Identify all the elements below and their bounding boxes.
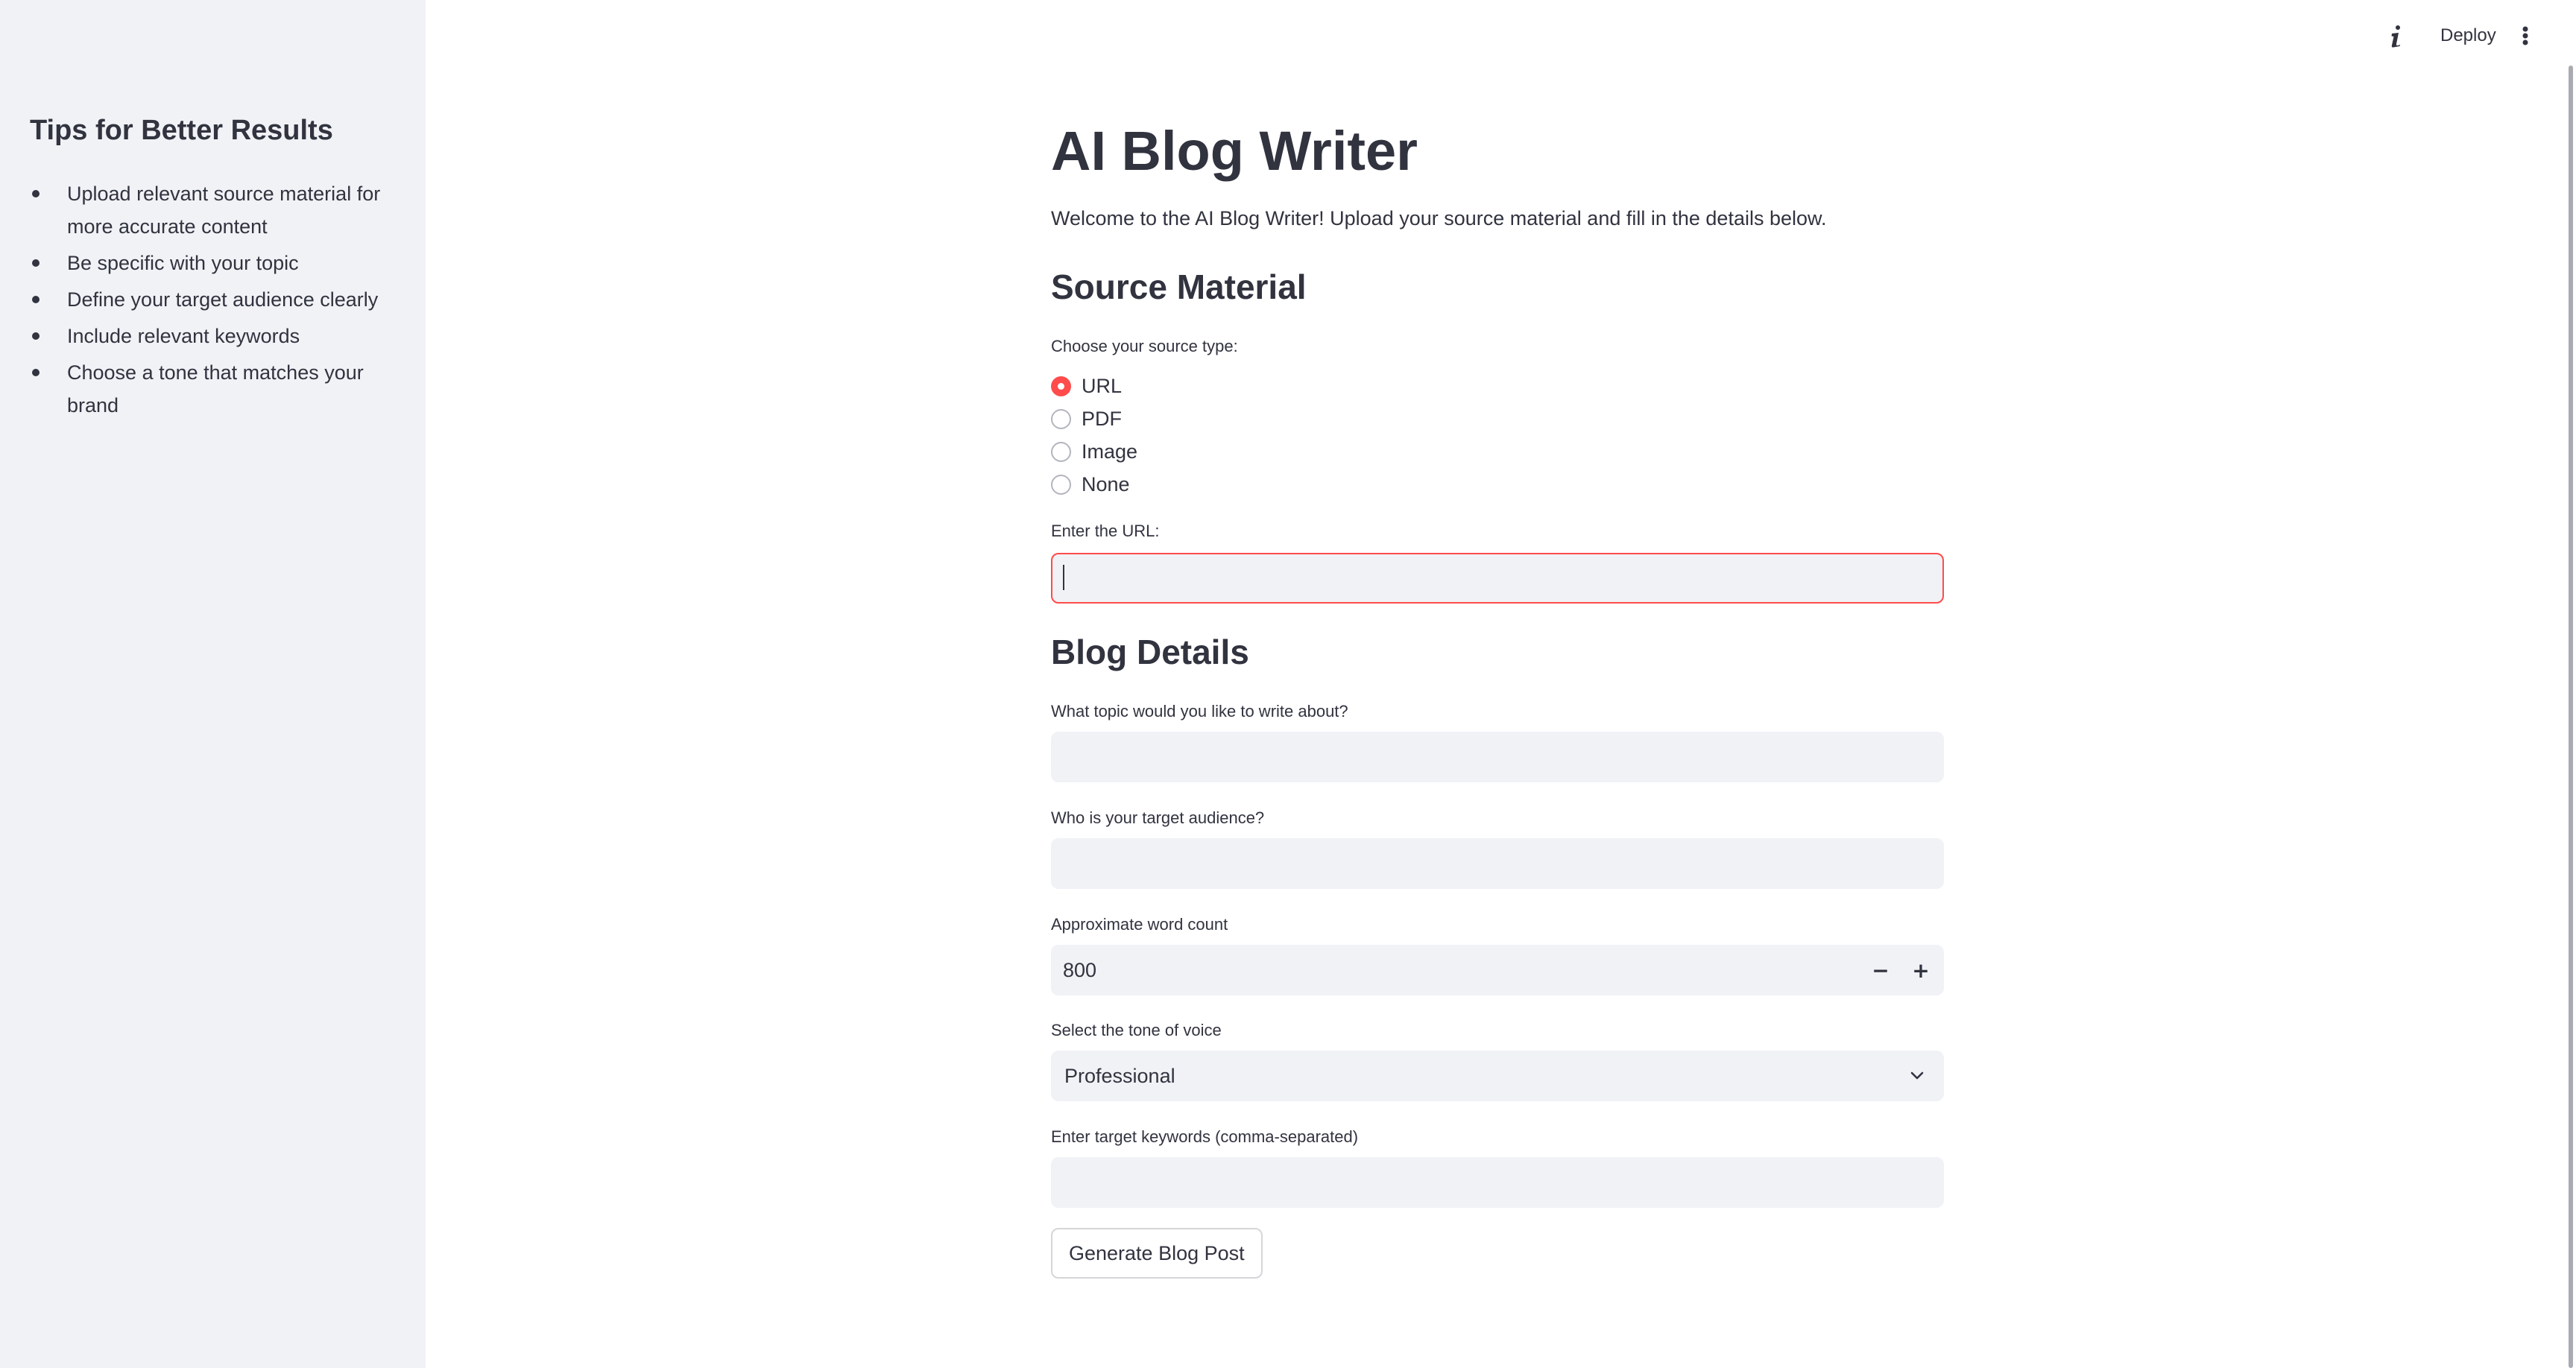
decrement-button[interactable]: − [1862,949,1899,991]
chevron-down-icon [1910,1071,1924,1080]
tip-item: Be specific with your topic [30,247,388,279]
radio-option-image[interactable]: Image [1051,435,1137,468]
increment-button[interactable]: + [1902,949,1939,991]
tips-list: Upload relevant source material for more… [30,177,388,425]
tip-item: Define your target audience clearly [30,283,388,316]
radio-label: Image [1082,440,1138,463]
tone-select[interactable]: Professional [1051,1051,1944,1101]
radio-option-pdf[interactable]: PDF [1051,402,1137,435]
tone-label: Select the tone of voice [1051,1021,1222,1039]
source-type-label: Choose your source type: [1051,337,1238,355]
tone-selected-value: Professional [1064,1065,1175,1087]
radio-label: None [1082,472,1130,495]
app-root: Tips for Better Results Upload relevant … [0,0,2576,1368]
radio-button[interactable] [1051,441,1071,462]
info-icon[interactable] [2385,24,2408,49]
radio-option-url[interactable]: URL [1051,370,1137,402]
radio-button[interactable] [1051,408,1071,429]
word-count-value[interactable]: 800 [1063,945,1096,995]
radio-option-none[interactable]: None [1051,468,1137,501]
generate-blog-post-button[interactable]: Generate Blog Post [1051,1228,1263,1279]
scrollbar[interactable] [2569,66,2573,1368]
audience-label: Who is your target audience? [1051,808,1265,827]
text-cursor [1063,565,1064,590]
word-count-stepper[interactable]: 800 − + [1051,945,1944,995]
tip-item: Include relevant keywords [30,320,388,352]
radio-button-checked[interactable] [1051,376,1071,396]
deploy-button[interactable]: Deploy [2431,19,2505,52]
url-input[interactable] [1051,553,1944,604]
keywords-label: Enter target keywords (comma-separated) [1051,1127,1359,1146]
welcome-text: Welcome to the AI Blog Writer! Upload yo… [1051,207,1827,229]
source-type-radio-group: URL PDF Image None [1051,370,1137,501]
url-label: Enter the URL: [1051,522,1160,540]
tip-item: Upload relevant source material for more… [30,177,388,243]
blog-details-heading: Blog Details [1051,633,1249,671]
radio-button[interactable] [1051,474,1071,495]
word-count-label: Approximate word count [1051,915,1228,934]
radio-label: PDF [1082,407,1122,430]
tip-item: Choose a tone that matches your brand [30,356,388,422]
radio-label: URL [1082,374,1123,397]
audience-input[interactable] [1051,838,1944,889]
sidebar-title: Tips for Better Results [30,115,333,146]
page-title: AI Blog Writer [1051,120,1418,182]
topic-label: What topic would you like to write about… [1051,702,1348,721]
url-input-wrapper [1051,553,1944,604]
keywords-input[interactable] [1051,1157,1944,1208]
source-material-heading: Source Material [1051,267,1307,306]
sidebar: Tips for Better Results Upload relevant … [0,0,426,1368]
topic-input[interactable] [1051,732,1944,782]
more-vertical-icon[interactable] [2516,22,2534,49]
